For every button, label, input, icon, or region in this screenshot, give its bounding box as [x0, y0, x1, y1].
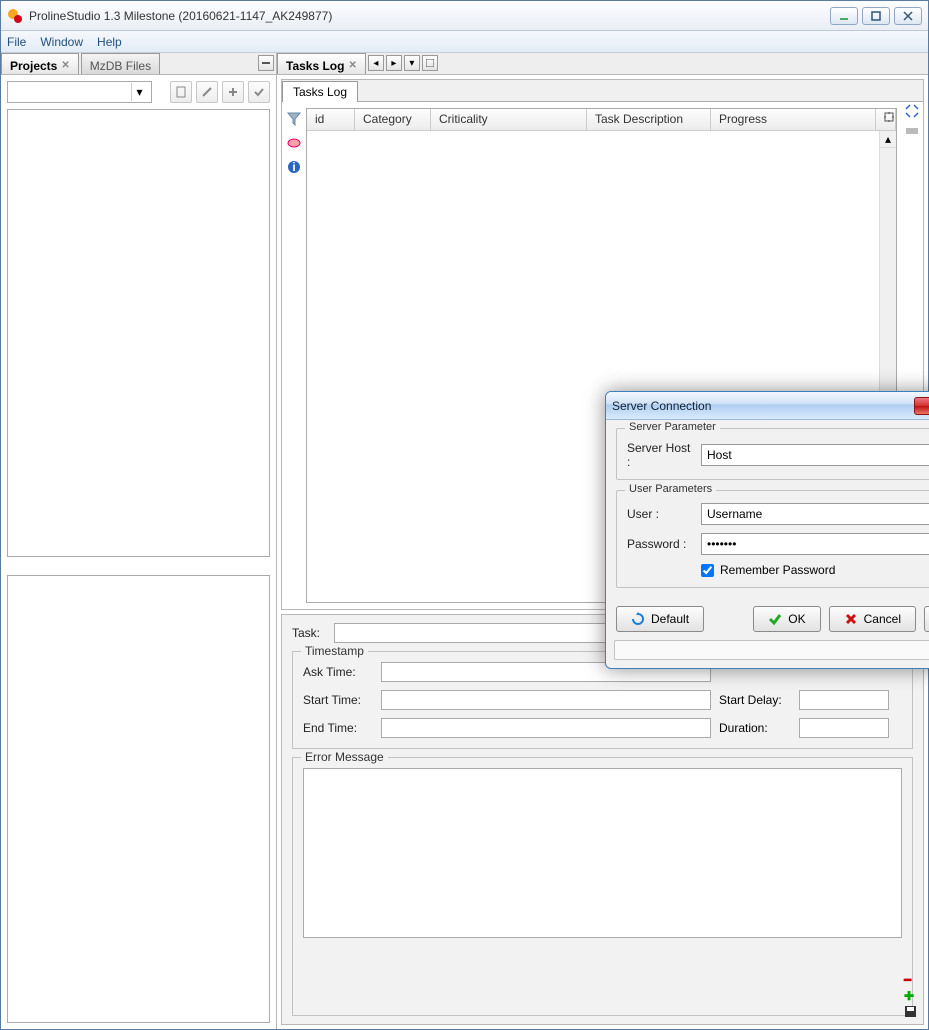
maximize-button[interactable] — [862, 7, 890, 25]
col-task-description[interactable]: Task Description — [587, 109, 711, 130]
filter-icon[interactable] — [287, 112, 301, 126]
end-time-label: End Time: — [303, 721, 373, 735]
scroll-up-icon[interactable]: ▴ — [880, 131, 896, 148]
cancel-button-label: Cancel — [864, 612, 901, 626]
window-title: ProlineStudio 1.3 Milestone (20160621-11… — [29, 9, 830, 23]
new-button[interactable] — [170, 81, 192, 103]
col-config-icon[interactable] — [876, 109, 896, 130]
end-time-field[interactable] — [381, 718, 711, 738]
user-parameters-group: User Parameters User : Password : Rememb… — [616, 490, 929, 588]
duration-field[interactable] — [799, 718, 889, 738]
tab-mzdb-label: MzDB Files — [90, 59, 151, 73]
ask-time-label: Ask Time: — [303, 665, 373, 679]
ok-button[interactable]: OK — [753, 606, 820, 632]
duration-label: Duration: — [719, 721, 791, 735]
server-host-input[interactable] — [701, 444, 929, 466]
tab-mzdb-files[interactable]: MzDB Files — [81, 53, 160, 74]
close-icon[interactable]: ✕ — [348, 60, 356, 71]
minimize-button[interactable] — [830, 7, 858, 25]
start-delay-field[interactable] — [799, 690, 889, 710]
add-icon[interactable]: ✚ — [904, 989, 917, 1003]
col-progress[interactable]: Progress — [711, 109, 876, 130]
info-icon[interactable]: i — [287, 160, 301, 174]
col-id[interactable]: id — [307, 109, 355, 130]
tab-tasks-log[interactable]: Tasks Log ✕ — [277, 53, 366, 74]
col-criticality[interactable]: Criticality — [431, 109, 587, 130]
inner-tab-tasks-log[interactable]: Tasks Log — [282, 81, 358, 102]
link-icon[interactable] — [905, 124, 919, 138]
inner-tab-label: Tasks Log — [293, 85, 347, 99]
start-delay-label: Start Delay: — [719, 693, 791, 707]
remember-password-checkbox[interactable] — [701, 564, 714, 577]
chevron-down-icon: ▾ — [131, 83, 147, 101]
nav-right-button[interactable]: ▸ — [386, 55, 402, 71]
clear-icon[interactable] — [287, 136, 301, 150]
maximize-panel-button[interactable] — [422, 55, 438, 71]
password-input[interactable] — [701, 533, 929, 555]
cancel-icon — [844, 612, 858, 626]
server-parameter-legend: Server Parameter — [625, 421, 720, 433]
server-host-label: Server Host : — [627, 441, 695, 469]
dialog-title: Server Connection — [612, 399, 914, 413]
dropdown-button[interactable]: ▾ — [404, 55, 420, 71]
default-button[interactable]: Default — [616, 606, 704, 632]
error-message-field[interactable] — [303, 768, 902, 938]
task-detail-panel: Task: Timestamp Ask Time: Start Time: St… — [281, 614, 924, 1025]
right-tabrow: Tasks Log ✕ ◂ ▸ ▾ — [277, 53, 928, 75]
menu-bar: File Window Help — [1, 31, 928, 53]
refresh-icon — [631, 612, 645, 626]
dialog-status-strip — [614, 640, 929, 660]
project-selector-combo[interactable]: ▾ — [7, 81, 152, 103]
minimize-panel-button[interactable] — [258, 55, 274, 71]
check-icon — [768, 612, 782, 626]
user-input[interactable] — [701, 503, 929, 525]
save-icon[interactable] — [904, 1005, 917, 1018]
task-label: Task: — [292, 626, 326, 640]
default-button-label: Default — [651, 612, 689, 626]
col-category[interactable]: Category — [355, 109, 431, 130]
menu-help[interactable]: Help — [97, 35, 122, 49]
error-group: Error Message — [292, 757, 913, 1016]
start-time-field[interactable] — [381, 690, 711, 710]
user-label: User : — [627, 507, 695, 521]
app-icon — [7, 8, 23, 24]
server-parameter-group: Server Parameter Server Host : — [616, 428, 929, 480]
password-label: Password : — [627, 537, 695, 551]
tab-projects[interactable]: Projects ✕ — [1, 53, 79, 74]
left-tabrow: Projects ✕ MzDB Files — [1, 53, 276, 75]
remove-icon[interactable]: ━ — [904, 973, 917, 987]
dialog-close-button[interactable] — [914, 397, 929, 415]
expand-icon[interactable] — [905, 104, 919, 118]
tab-projects-label: Projects — [10, 59, 57, 73]
tab-tasks-log-label: Tasks Log — [286, 59, 344, 73]
timestamp-legend: Timestamp — [301, 644, 368, 658]
projects-details[interactable] — [7, 575, 270, 1023]
nav-left-button[interactable]: ◂ — [368, 55, 384, 71]
window-titlebar: ProlineStudio 1.3 Milestone (20160621-11… — [1, 1, 928, 31]
ok-button-label: OK — [788, 612, 805, 626]
close-icon[interactable]: ✕ — [61, 60, 69, 71]
error-legend: Error Message — [301, 750, 388, 764]
projects-tree[interactable] — [7, 109, 270, 557]
check-button[interactable] — [248, 81, 270, 103]
edit-button[interactable] — [196, 81, 218, 103]
user-parameters-legend: User Parameters — [625, 483, 716, 495]
start-time-label: Start Time: — [303, 693, 373, 707]
remember-password-label: Remember Password — [720, 563, 835, 577]
menu-window[interactable]: Window — [40, 35, 83, 49]
cancel-button[interactable]: Cancel — [829, 606, 916, 632]
server-connection-dialog: Server Connection Server Parameter Serve… — [605, 391, 929, 669]
menu-file[interactable]: File — [7, 35, 26, 49]
close-window-button[interactable] — [894, 7, 922, 25]
svg-text:i: i — [292, 160, 295, 174]
help-button[interactable]: ? — [924, 606, 929, 632]
add-button[interactable] — [222, 81, 244, 103]
